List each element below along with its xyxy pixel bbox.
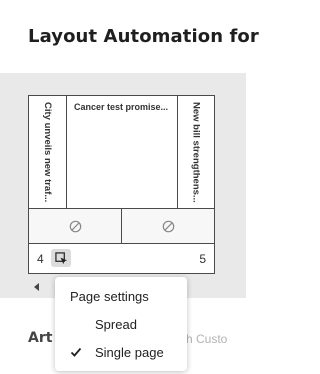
page-title: Layout Automation for: [28, 26, 259, 47]
page-settings-menu: Page settings Spread Single page: [55, 277, 187, 371]
page-slot-2[interactable]: Cancer test promise...: [67, 96, 178, 208]
page-headline: New bill strengthens...: [190, 102, 202, 203]
page-headline: City unveils new traf...: [42, 102, 53, 203]
menu-item-label: Spread: [95, 317, 137, 332]
empty-slot[interactable]: [122, 209, 214, 244]
page-headline: Cancer test promise...: [74, 102, 169, 112]
section-label: Art: [28, 330, 53, 346]
spread-footer: 4 5: [29, 245, 214, 273]
page-settings-button[interactable]: [51, 249, 71, 267]
menu-title: Page settings: [70, 289, 149, 304]
page-spread[interactable]: City unveils new traf... Cancer test pro…: [28, 95, 215, 274]
page-slot-3[interactable]: New bill strengthens...: [178, 96, 214, 208]
section-hint: ith Custo: [180, 332, 228, 346]
scroll-left-icon[interactable]: [32, 282, 42, 292]
menu-item-spread[interactable]: Spread: [55, 311, 187, 337]
page-slot-1[interactable]: City unveils new traf...: [29, 96, 67, 208]
left-page-number: 4: [37, 252, 44, 266]
right-page-number: 5: [199, 252, 206, 266]
menu-item-single-page[interactable]: Single page: [55, 339, 187, 365]
empty-slot-row: [29, 208, 214, 244]
menu-item-label: Single page: [95, 345, 164, 360]
page-settings-icon: [54, 251, 67, 264]
checkmark-icon: [70, 347, 82, 357]
blocked-icon: [162, 220, 174, 233]
page-row: City unveils new traf... Cancer test pro…: [29, 96, 214, 208]
empty-slot[interactable]: [29, 209, 122, 244]
blocked-icon: [69, 220, 81, 233]
